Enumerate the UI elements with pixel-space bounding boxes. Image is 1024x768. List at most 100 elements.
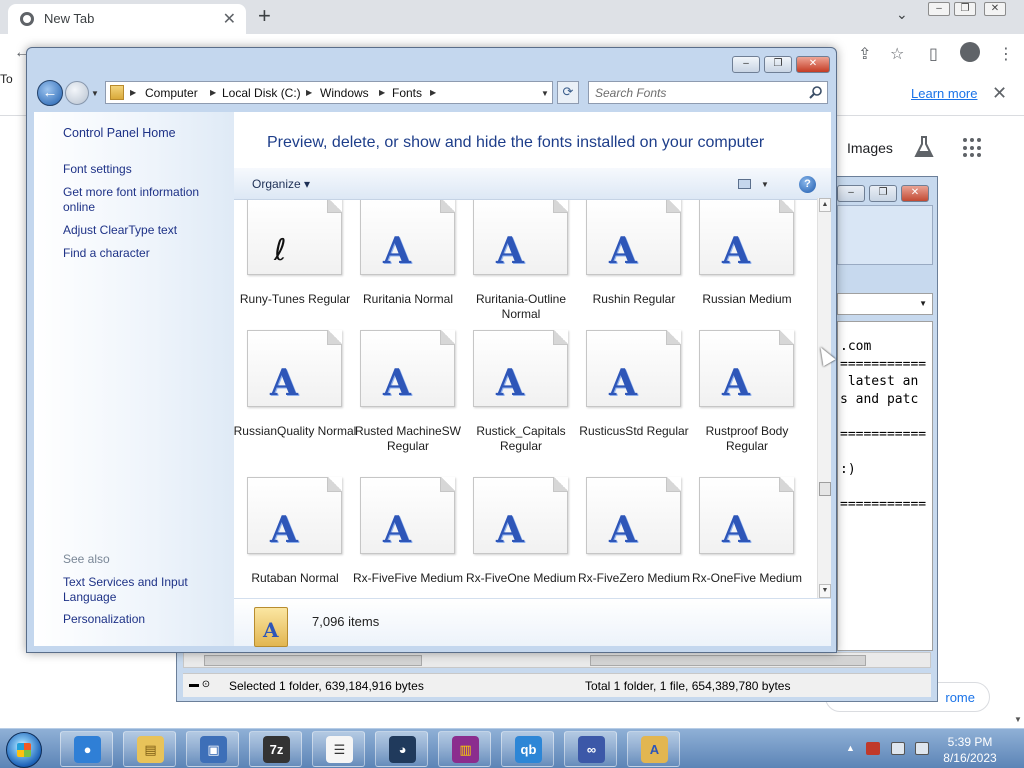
- share-icon[interactable]: ⇪: [858, 44, 871, 64]
- chrome-page-scrollbar[interactable]: ▼: [1012, 116, 1024, 724]
- command-bar: Organize ▾ ▼ ?: [234, 168, 831, 200]
- font-file-icon: A: [473, 330, 568, 407]
- font-name: Rx-FiveOne Medium: [465, 571, 577, 585]
- search-input[interactable]: [595, 85, 795, 101]
- profile-avatar[interactable]: [960, 42, 980, 62]
- organize-label: Organize: [252, 177, 301, 191]
- action-center-flag-icon[interactable]: [866, 742, 880, 755]
- fonts-vertical-scrollbar[interactable]: ▲ ▼: [817, 198, 831, 598]
- explorer-close-button[interactable]: ✕: [796, 56, 830, 73]
- taskbar-app-notepad[interactable]: ☰: [312, 731, 365, 767]
- font-preview-glyph: ℓ: [274, 233, 287, 268]
- start-button[interactable]: [6, 732, 42, 768]
- breadcrumb-arrow-icon[interactable]: ▶: [379, 88, 385, 97]
- text-line: ===========: [840, 356, 927, 372]
- taskbar-app-infinity[interactable]: ∞: [564, 731, 617, 767]
- view-options-dropdown-icon[interactable]: ▼: [761, 180, 769, 189]
- text-services-link[interactable]: Text Services and Input Language: [63, 575, 203, 605]
- left-scroll-thumb[interactable]: [204, 655, 422, 666]
- scroll-down-arrow-icon[interactable]: ▼: [819, 584, 831, 598]
- taskbar-app-chrome[interactable]: ●: [60, 731, 113, 767]
- learn-more-link[interactable]: Learn more: [911, 86, 977, 101]
- network-icon[interactable]: [891, 742, 905, 755]
- archive-minimize-button[interactable]: –: [837, 185, 865, 202]
- google-apps-icon[interactable]: [963, 138, 983, 158]
- tab-close-icon[interactable]: ✕: [223, 9, 236, 29]
- font-preview-glyph: A: [722, 362, 750, 404]
- breadcrumb-arrow-icon[interactable]: ▶: [210, 88, 216, 97]
- left-navigation-pane: Control Panel Home Font settings Get mor…: [34, 112, 234, 646]
- archive-close-button[interactable]: ✕: [901, 185, 929, 202]
- scroll-up-arrow-icon[interactable]: ▲: [819, 198, 831, 212]
- show-hidden-icons-arrow-icon[interactable]: ▲: [846, 743, 855, 753]
- right-scroll-thumb[interactable]: [590, 655, 866, 666]
- infinity-icon: ∞: [578, 736, 605, 763]
- system-clock[interactable]: 5:39 PM 8/16/2023: [930, 734, 1010, 766]
- taskbar: ● ▤ ▣ 7z ☰ ◕ ▥ qb ∞ A ▲ 5:39 PM 8/16/2023: [0, 728, 1024, 768]
- search-icon[interactable]: [809, 85, 823, 99]
- see-also-heading: See also: [63, 552, 110, 566]
- nav-forward-button[interactable]: [65, 81, 89, 105]
- clock-time: 5:39 PM: [947, 735, 993, 749]
- taskbar-app-remote-desktop[interactable]: ▣: [186, 731, 239, 767]
- chrome-restore-button[interactable]: ❐: [954, 2, 976, 16]
- breadcrumb-arrow-icon[interactable]: ▶: [430, 88, 436, 97]
- adjust-cleartype-link[interactable]: Adjust ClearType text: [63, 223, 177, 238]
- address-history-dropdown-icon[interactable]: ▼: [541, 89, 549, 98]
- font-file-icon: A: [699, 330, 794, 407]
- personalization-link[interactable]: Personalization: [63, 612, 145, 627]
- archive-horizontal-scrollbar[interactable]: [183, 652, 931, 668]
- refresh-button[interactable]: ⟳: [557, 81, 579, 104]
- drive-icon: ▬ ⊙: [189, 679, 211, 690]
- chrome-menu-icon[interactable]: ⋮: [998, 44, 1014, 64]
- archive-maximize-button[interactable]: ❐: [869, 185, 897, 202]
- chrome-close-button[interactable]: ✕: [984, 2, 1006, 16]
- taskbar-app-fonts-folder[interactable]: A: [627, 731, 680, 767]
- breadcrumb-arrow-icon[interactable]: ▶: [306, 88, 312, 97]
- recent-pages-dropdown-icon[interactable]: ▼: [91, 89, 99, 98]
- explorer-minimize-button[interactable]: –: [732, 56, 760, 73]
- help-icon[interactable]: ?: [799, 176, 816, 193]
- address-bar[interactable]: ▶ Computer ▶ Local Disk (C:) ▶ Windows ▶…: [105, 81, 553, 104]
- nav-back-button[interactable]: ←: [37, 80, 63, 106]
- find-a-character-link[interactable]: Find a character: [63, 246, 150, 261]
- volume-muted-icon[interactable]: [915, 742, 929, 755]
- taskbar-app-cat-app[interactable]: ◕: [375, 731, 428, 767]
- text-line: latest an: [840, 374, 919, 389]
- labs-flask-icon[interactable]: [914, 136, 934, 158]
- new-tab-button[interactable]: +: [258, 3, 271, 29]
- tab-new-tab[interactable]: New Tab ✕: [8, 4, 246, 34]
- explorer-maximize-button[interactable]: ❐: [764, 56, 792, 73]
- breadcrumb-local-disk[interactable]: Local Disk (C:): [222, 86, 301, 100]
- font-settings-link[interactable]: Font settings: [63, 162, 132, 177]
- taskbar-app-7-zip[interactable]: 7z: [249, 731, 302, 767]
- get-more-font-info-link[interactable]: Get more font information online: [63, 185, 213, 215]
- taskbar-app-qbittorrent[interactable]: qb: [501, 731, 554, 767]
- tab-search-button[interactable]: ⌄: [896, 6, 908, 23]
- scroll-thumb[interactable]: [819, 482, 831, 496]
- font-preview-glyph: A: [383, 509, 411, 551]
- chevron-down-icon: ▼: [919, 299, 927, 308]
- text-line: ===========: [840, 426, 927, 442]
- change-view-icon[interactable]: [738, 179, 751, 189]
- taskbar-app-winrar[interactable]: ▥: [438, 731, 491, 767]
- cat-app-icon: ◕: [389, 736, 416, 763]
- breadcrumb-windows[interactable]: Windows: [320, 86, 369, 100]
- search-box[interactable]: [588, 81, 828, 104]
- chrome-minimize-button[interactable]: –: [928, 2, 950, 16]
- font-preview-glyph: A: [496, 362, 524, 404]
- item-count: 7,096 items: [312, 614, 380, 629]
- taskbar-app-explorer[interactable]: ▤: [123, 731, 176, 767]
- info-bar-close-icon[interactable]: ✕: [992, 83, 1007, 104]
- organize-button[interactable]: Organize ▾: [252, 177, 310, 191]
- text-line: [840, 443, 932, 461]
- control-panel-home-link[interactable]: Control Panel Home: [63, 126, 176, 141]
- breadcrumb-arrow-icon[interactable]: ▶: [130, 88, 136, 97]
- side-panel-icon[interactable]: ▯: [929, 44, 938, 64]
- images-link[interactable]: Images: [847, 140, 893, 156]
- breadcrumb-fonts[interactable]: Fonts: [392, 86, 422, 100]
- fonts-grid: ℓ Runy-Tunes Regular A Ruritania Normal A Rur…: [234, 200, 817, 598]
- archive-path-dropdown[interactable]: ▼: [837, 293, 933, 315]
- breadcrumb-computer[interactable]: Computer: [145, 86, 198, 100]
- bookmark-star-icon[interactable]: ☆: [890, 44, 904, 64]
